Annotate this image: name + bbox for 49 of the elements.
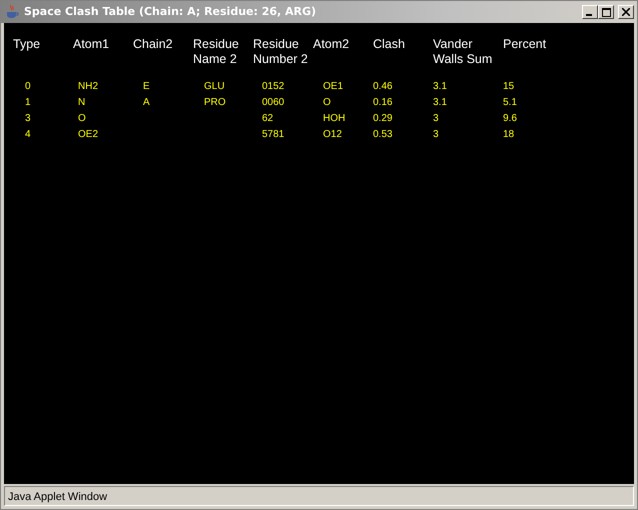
- minimize-button[interactable]: [582, 5, 598, 19]
- maximize-button[interactable]: [598, 5, 614, 19]
- window-title: Space Clash Table (Chain: A; Residue: 26, ARG): [24, 4, 316, 20]
- column-header: Type: [13, 37, 40, 51]
- column-header: Percent: [503, 37, 546, 51]
- table-cell: NH2: [78, 81, 98, 92]
- table-cell: 0.53: [373, 129, 392, 140]
- table-cell: 3: [25, 113, 31, 124]
- table-cell: OE1: [323, 81, 344, 92]
- table-cell: OE2: [78, 129, 98, 140]
- table-cell: 3.1: [433, 97, 447, 108]
- table-cell: 1: [25, 97, 31, 108]
- table-cell: 0060: [262, 97, 284, 108]
- table-cell: 9.6: [503, 113, 517, 124]
- coffee-cup-icon: [4, 4, 20, 20]
- column-header: Clash: [373, 37, 405, 51]
- table-cell: O: [323, 97, 331, 108]
- table-cell: O: [78, 113, 86, 124]
- table-cell: N: [78, 97, 86, 108]
- table-cell: 5781: [262, 129, 284, 140]
- close-icon: [622, 8, 630, 16]
- table-cell: E: [143, 81, 150, 92]
- column-header: Atom1: [73, 37, 110, 51]
- table-cell: 3: [433, 129, 439, 140]
- table-cell: A: [143, 97, 150, 108]
- table-cell: PRO: [204, 97, 226, 108]
- table-cell: 3: [433, 113, 439, 124]
- column-header: Chain2: [133, 37, 173, 51]
- table-cell: 0152: [262, 81, 284, 92]
- table-cell: 0.16: [373, 97, 392, 108]
- table-cell: 18: [503, 129, 514, 140]
- table-cell: 0.29: [373, 113, 392, 124]
- maximize-icon: [602, 8, 610, 16]
- table-cell: 0: [25, 81, 31, 92]
- table-cell: 62: [262, 113, 274, 124]
- table-cell: 0.46: [373, 81, 392, 92]
- column-header: Atom2: [313, 37, 350, 51]
- column-header: Residue Name 2: [193, 37, 239, 66]
- table-cell: 3.1: [433, 81, 447, 92]
- status-bar: Java Applet Window: [4, 486, 634, 506]
- table-cell: O12: [323, 129, 342, 140]
- table-cell: 15: [503, 81, 514, 92]
- column-header: Vander Walls Sum: [433, 37, 492, 66]
- table-cell: 5.1: [503, 97, 517, 108]
- table-cell: 4: [25, 129, 31, 140]
- close-button[interactable]: [618, 5, 634, 19]
- column-header: Residue Number 2: [253, 37, 308, 66]
- table-cell: GLU: [204, 81, 225, 92]
- table-cell: HOH: [323, 113, 346, 124]
